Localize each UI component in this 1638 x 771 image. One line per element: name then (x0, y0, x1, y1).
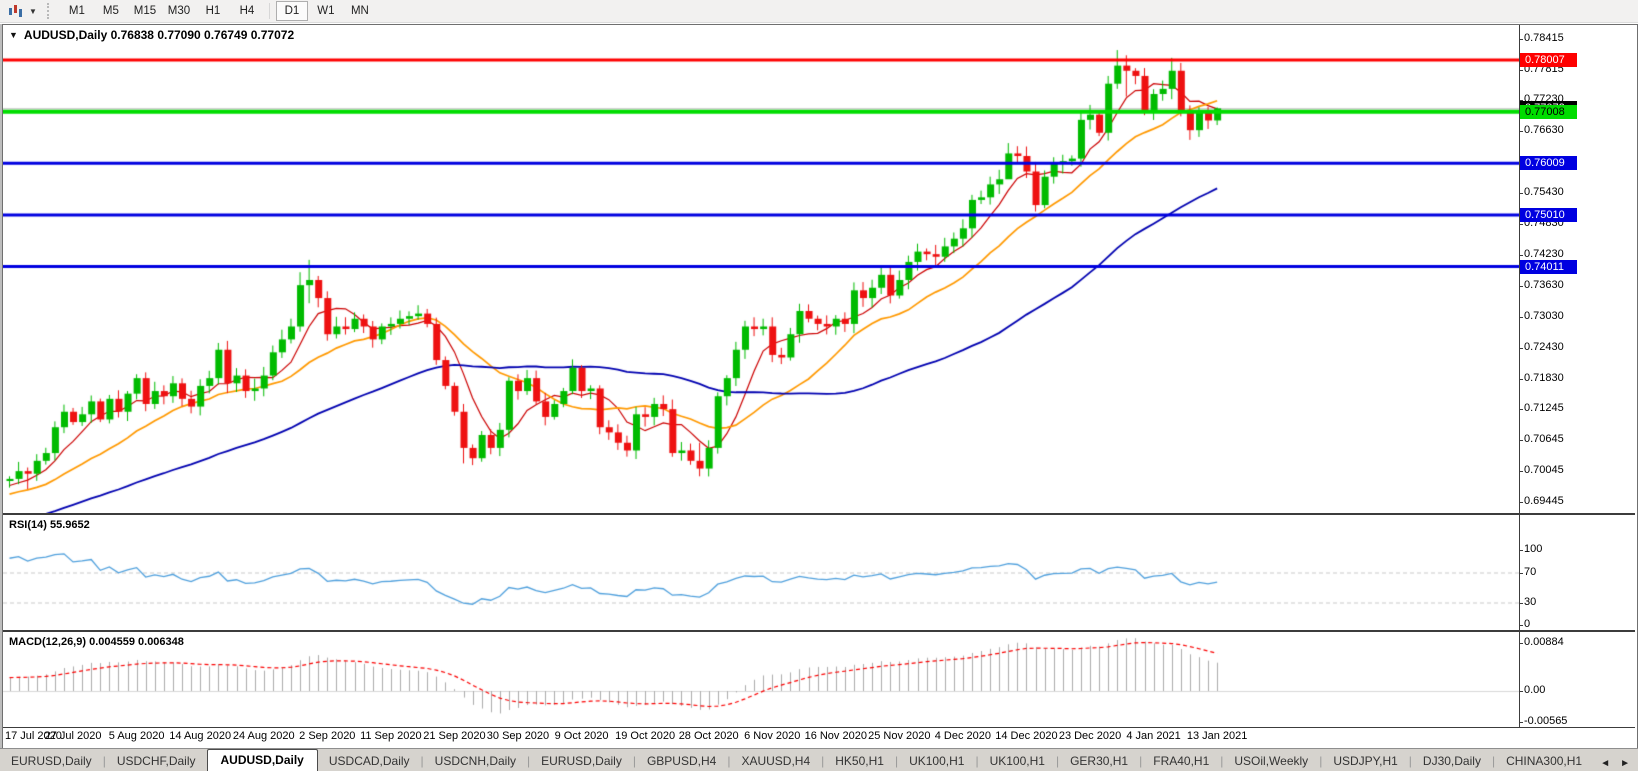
chart-title-text: AUDUSD,Daily 0.76838 0.77090 0.76749 0.7… (23, 28, 295, 42)
timeframe-button-m15[interactable]: M15 (129, 1, 161, 21)
axis-tick-label: 0.73630 (1519, 279, 1564, 292)
date-tick-label: 27 Jul 2020 (44, 730, 102, 742)
tab-usdcnh-daily[interactable]: USDCNH,Daily (424, 751, 527, 771)
tab-usoil-weekly[interactable]: USOil,Weekly (1223, 751, 1319, 771)
tab-scroll-left-icon[interactable]: ◄ (1600, 758, 1610, 769)
tab-usdcad-daily[interactable]: USDCAD,Daily (318, 751, 421, 771)
tab-usdchf-daily[interactable]: USDCHF,Daily (106, 751, 207, 771)
tab-uk100-h1[interactable]: UK100,H1 (979, 751, 1056, 771)
hline-price-label[interactable]: 0.76009 (1520, 156, 1577, 171)
tab-dj30-daily[interactable]: DJ30,Daily (1412, 751, 1492, 771)
timeframe-toolbar: ▼ M1 M5 M15 M30 H1 H4 D1 W1 MN (0, 0, 1638, 23)
axis-tick-label: 0.70045 (1519, 464, 1564, 477)
date-axis[interactable]: 17 Jul 2020 27 Jul 2020 5 Aug 2020 14 Aug 2… (3, 728, 1635, 746)
timeframe-button-m5[interactable]: M5 (95, 1, 127, 21)
date-tick-label: 21 Sep 2020 (423, 730, 486, 742)
timeframe-button-h1[interactable]: H1 (197, 1, 229, 21)
axis-tick-label: 0.70645 (1519, 433, 1564, 446)
price-chart-canvas[interactable] (3, 25, 1519, 513)
symbol-tabs: EURUSD,Daily | USDCHF,Daily AUDUSD,Daily USD… (0, 749, 1594, 771)
tab-uk100-h1[interactable]: UK100,H1 (898, 751, 975, 771)
date-tick-label: 16 Nov 2020 (804, 730, 867, 742)
date-tick-label: 25 Nov 2020 (868, 730, 931, 742)
tab-china300-h1[interactable]: CHINA300,H1 (1495, 751, 1593, 771)
date-tick-label: 9 Oct 2020 (554, 730, 609, 742)
tab-scroll-right-icon[interactable]: ► (1620, 758, 1630, 769)
chart-window: ▼ AUDUSD,Daily 0.76838 0.77090 0.76749 0… (2, 24, 1638, 749)
date-tick-label: 19 Oct 2020 (615, 730, 676, 742)
timeframe-buttons: M1 M5 M15 M30 H1 H4 D1 W1 MN (60, 1, 377, 21)
tab-hk50-h1[interactable]: HK50,H1 (824, 751, 895, 771)
tab-ger30-h1[interactable]: GER30,H1 (1059, 751, 1139, 771)
axis-tick-label: 0.69445 (1519, 495, 1564, 508)
macd-indicator-canvas[interactable] (3, 633, 1519, 727)
tab-eurusd-daily[interactable]: EURUSD,Daily (0, 751, 103, 771)
candlestick-chart-icon (9, 5, 22, 17)
axis-tick-label: 0.74230 (1519, 248, 1564, 261)
tab-audusd-daily[interactable]: AUDUSD,Daily (206, 749, 318, 771)
toolbar-separator (268, 3, 270, 19)
chart-menu-arrow-icon[interactable]: ▼ (9, 30, 18, 40)
hline-price-label[interactable]: 0.77008 (1520, 104, 1577, 119)
tab-gbpusd-h4[interactable]: GBPUSD,H4 (636, 751, 727, 771)
date-tick-label: 2 Sep 2020 (299, 730, 356, 742)
timeframe-button-m30[interactable]: M30 (163, 1, 195, 21)
timeframe-button-mn[interactable]: MN (344, 1, 376, 21)
date-tick-label: 5 Aug 2020 (108, 730, 165, 742)
timeframe-button-w1[interactable]: W1 (310, 1, 342, 21)
timeframe-button-d1[interactable]: D1 (275, 1, 308, 21)
date-tick-label: 28 Oct 2020 (678, 730, 739, 742)
toolbar-dropdown-caret-icon[interactable]: ▼ (29, 7, 37, 16)
rsi-indicator-canvas[interactable] (3, 516, 1519, 630)
symbol-tabs-bar: EURUSD,Daily | USDCHF,Daily AUDUSD,Daily USD… (0, 748, 1638, 771)
axis-tick-label: 70 (1518, 565, 1537, 578)
date-tick-label: 30 Sep 2020 (486, 730, 550, 742)
timeframe-button-m1[interactable]: M1 (61, 1, 93, 21)
trading-terminal: ▼ M1 M5 M15 M30 H1 H4 D1 W1 MN ▼ AUDUSD,Daily 0.… (0, 0, 1638, 771)
macd-label: MACD(12,26,9) 0.004559 0.006348 (9, 636, 184, 648)
tab-usdjpy-h1[interactable]: USDJPY,H1 (1322, 751, 1408, 771)
tab-fra40-h1[interactable]: FRA40,H1 (1142, 751, 1220, 771)
date-tick-label: 23 Dec 2020 (1058, 730, 1122, 742)
axis-tick-label: 0.78415 (1519, 32, 1564, 44)
chart-indicator-icon[interactable] (3, 2, 29, 20)
axis-tick-label: 0.00 (1518, 684, 1546, 696)
date-tick-label: 24 Aug 2020 (232, 730, 295, 742)
toolbar-grip[interactable] (46, 3, 54, 19)
timeframe-button-h4[interactable]: H4 (231, 1, 263, 21)
axis-tick-label: 0 (1518, 618, 1531, 630)
date-tick-label: 14 Dec 2020 (995, 730, 1058, 742)
axis-tick-label: 0.71830 (1519, 372, 1564, 385)
date-tick-label: 14 Aug 2020 (169, 730, 232, 742)
axis-tick-label: 0.71245 (1519, 402, 1564, 415)
tab-scroll-arrows: ◄ ► (1594, 758, 1638, 771)
date-tick-label: 11 Sep 2020 (360, 730, 422, 742)
tab-xauusd-h4[interactable]: XAUUSD,H4 (730, 751, 821, 771)
date-tick-label: 4 Dec 2020 (934, 730, 992, 742)
hline-price-label[interactable]: 0.75010 (1520, 207, 1577, 222)
axis-tick-label: 30 (1518, 595, 1537, 608)
pane-divider[interactable] (3, 630, 1635, 632)
hline-price-label[interactable]: 0.78007 (1520, 53, 1577, 68)
pane-divider[interactable] (3, 513, 1635, 515)
rsi-label: RSI(14) 55.9652 (9, 519, 90, 531)
axis-tick-label: 0.00884 (1519, 635, 1564, 648)
tab-eurusd-daily[interactable]: EURUSD,Daily (530, 751, 633, 771)
axis-tick-label: -0.00565 (1518, 714, 1568, 727)
date-tick-label: 6 Nov 2020 (744, 730, 801, 742)
axis-tick-label: 100 (1518, 543, 1543, 555)
date-tick-label: 13 Jan 2021 (1186, 730, 1248, 742)
hline-price-label[interactable]: 0.74011 (1520, 259, 1577, 274)
axis-tick-label: 0.75430 (1519, 186, 1564, 199)
chart-title: ▼ AUDUSD,Daily 0.76838 0.77090 0.76749 0… (9, 28, 294, 42)
date-tick-label: 4 Jan 2021 (1126, 730, 1181, 742)
axis-tick-label: 0.73030 (1519, 310, 1564, 323)
axis-tick-label: 0.76630 (1519, 124, 1564, 137)
axis-tick-label: 0.72430 (1519, 341, 1564, 354)
